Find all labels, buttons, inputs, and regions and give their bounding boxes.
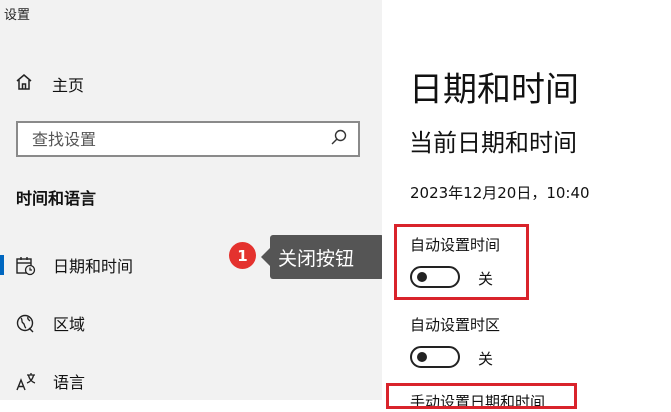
annotation-callout: 关闭按钮 bbox=[261, 235, 384, 279]
search-input[interactable] bbox=[30, 128, 330, 150]
sidebar-item-label: 语言 bbox=[53, 373, 86, 392]
sidebar-item-region[interactable]: 区域 bbox=[0, 303, 382, 343]
section-subtitle: 当前日期和时间 bbox=[409, 129, 577, 157]
section-title: 时间和语言 bbox=[16, 189, 97, 208]
page-title: 日期和时间 bbox=[409, 70, 579, 110]
toggle-knob bbox=[417, 352, 427, 362]
sidebar-item-label: 区域 bbox=[53, 315, 86, 334]
sidebar-item-label: 日期和时间 bbox=[53, 257, 134, 276]
home-icon bbox=[14, 72, 34, 96]
highlight-box-manual-datetime bbox=[386, 383, 577, 409]
search-box[interactable] bbox=[16, 121, 360, 157]
search-icon[interactable] bbox=[330, 128, 348, 150]
highlight-box-auto-time bbox=[394, 224, 529, 300]
language-icon bbox=[15, 371, 37, 393]
nav-home-label: 主页 bbox=[52, 76, 85, 95]
calendar-clock-icon bbox=[15, 255, 37, 277]
current-datetime: 2023年12月20日，10:40 bbox=[410, 184, 590, 202]
auto-timezone-label: 自动设置时区 bbox=[410, 316, 501, 334]
window-title: 设置 bbox=[4, 8, 31, 23]
auto-timezone-toggle[interactable] bbox=[410, 346, 460, 368]
sidebar-item-language[interactable]: 语言 bbox=[0, 361, 382, 401]
globe-icon bbox=[15, 313, 37, 335]
selected-indicator bbox=[0, 255, 4, 275]
main-content: 日期和时间 当前日期和时间 2023年12月20日，10:40 自动设置时间 关… bbox=[382, 0, 671, 411]
auto-timezone-state: 关 bbox=[478, 350, 494, 368]
sidebar: 设置 主页 时间和语言 日期和时间 区域 语言 bbox=[0, 0, 382, 400]
step-badge: 1 bbox=[229, 242, 256, 269]
nav-home[interactable]: 主页 bbox=[14, 70, 84, 98]
